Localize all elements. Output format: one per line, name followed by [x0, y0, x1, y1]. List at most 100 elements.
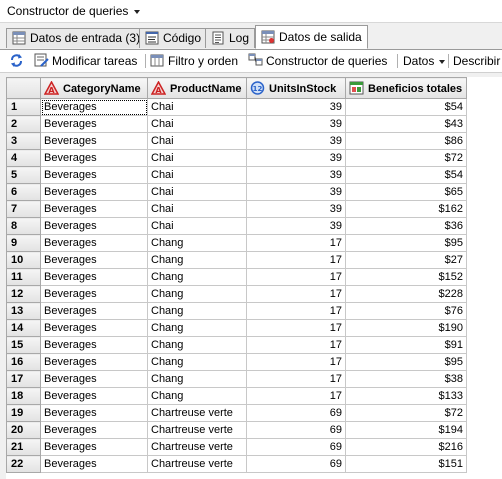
table-row[interactable]: 21 Beverages Chartreuse verte 69 $216	[6, 438, 467, 456]
cell-profit[interactable]: $190	[345, 319, 467, 337]
row-number[interactable]: 2	[6, 115, 41, 133]
row-number[interactable]: 11	[6, 268, 41, 286]
cell-units[interactable]: 17	[246, 370, 346, 388]
cell-category[interactable]: Beverages	[40, 98, 148, 116]
row-number[interactable]: 10	[6, 251, 41, 269]
cell-profit[interactable]: $65	[345, 183, 467, 201]
cell-profit[interactable]: $162	[345, 200, 467, 218]
row-number[interactable]: 8	[6, 217, 41, 235]
cell-units[interactable]: 17	[246, 336, 346, 354]
table-row[interactable]: 13 Beverages Chang 17 $76	[6, 302, 467, 320]
row-number[interactable]: 20	[6, 421, 41, 439]
cell-category[interactable]: Beverages	[40, 166, 148, 184]
cell-category[interactable]: Beverages	[40, 421, 148, 439]
cell-units[interactable]: 17	[246, 387, 346, 405]
tab-code[interactable]: Código	[139, 28, 208, 48]
cell-units[interactable]: 17	[246, 234, 346, 252]
cell-product[interactable]: Chai	[147, 217, 247, 235]
cell-units[interactable]: 17	[246, 319, 346, 337]
cell-product[interactable]: Chai	[147, 166, 247, 184]
cell-category[interactable]: Beverages	[40, 353, 148, 371]
column-header-category[interactable]: A CategoryName	[40, 77, 148, 99]
table-row[interactable]: 12 Beverages Chang 17 $228	[6, 285, 467, 303]
row-number[interactable]: 5	[6, 166, 41, 184]
table-row[interactable]: 14 Beverages Chang 17 $190	[6, 319, 467, 337]
table-row[interactable]: 5 Beverages Chai 39 $54	[6, 166, 467, 184]
cell-units[interactable]: 39	[246, 115, 346, 133]
column-header-product[interactable]: A ProductName	[147, 77, 247, 99]
cell-profit[interactable]: $86	[345, 132, 467, 150]
cell-product[interactable]: Chang	[147, 302, 247, 320]
cell-category[interactable]: Beverages	[40, 251, 148, 269]
cell-product[interactable]: Chai	[147, 200, 247, 218]
row-number[interactable]: 16	[6, 353, 41, 371]
cell-profit[interactable]: $133	[345, 387, 467, 405]
cell-units[interactable]: 17	[246, 285, 346, 303]
cell-units[interactable]: 39	[246, 98, 346, 116]
cell-profit[interactable]: $36	[345, 217, 467, 235]
cell-profit[interactable]: $228	[345, 285, 467, 303]
cell-product[interactable]: Chang	[147, 319, 247, 337]
cell-profit[interactable]: $72	[345, 404, 467, 422]
row-number[interactable]: 18	[6, 387, 41, 405]
cell-units[interactable]: 39	[246, 200, 346, 218]
cell-category[interactable]: Beverages	[40, 132, 148, 150]
table-row[interactable]: 17 Beverages Chang 17 $38	[6, 370, 467, 388]
row-number[interactable]: 21	[6, 438, 41, 456]
table-row[interactable]: 3 Beverages Chai 39 $86	[6, 132, 467, 150]
cell-profit[interactable]: $72	[345, 149, 467, 167]
cell-product[interactable]: Chartreuse verte	[147, 455, 247, 473]
query-builder-button[interactable]: Constructor de queries	[248, 52, 387, 70]
data-grid[interactable]: A CategoryName A ProductName 12 UnitsInStoc…	[6, 77, 502, 479]
column-header-profit[interactable]: Beneficios totales	[345, 77, 467, 99]
cell-units[interactable]: 17	[246, 353, 346, 371]
cell-units[interactable]: 69	[246, 455, 346, 473]
cell-product[interactable]: Chang	[147, 336, 247, 354]
cell-units[interactable]: 39	[246, 149, 346, 167]
cell-product[interactable]: Chang	[147, 251, 247, 269]
cell-category[interactable]: Beverages	[40, 217, 148, 235]
cell-product[interactable]: Chang	[147, 353, 247, 371]
row-number[interactable]: 13	[6, 302, 41, 320]
cell-units[interactable]: 39	[246, 217, 346, 235]
cell-category[interactable]: Beverages	[40, 200, 148, 218]
cell-profit[interactable]: $54	[345, 166, 467, 184]
row-number[interactable]: 12	[6, 285, 41, 303]
cell-category[interactable]: Beverages	[40, 387, 148, 405]
row-number[interactable]: 9	[6, 234, 41, 252]
cell-profit[interactable]: $38	[345, 370, 467, 388]
row-number[interactable]: 7	[6, 200, 41, 218]
cell-category[interactable]: Beverages	[40, 438, 148, 456]
table-row[interactable]: 4 Beverages Chai 39 $72	[6, 149, 467, 167]
modify-tasks-button[interactable]: Modificar tareas	[34, 52, 137, 70]
cell-units[interactable]: 39	[246, 132, 346, 150]
cell-product[interactable]: Chai	[147, 115, 247, 133]
table-row[interactable]: 9 Beverages Chang 17 $95	[6, 234, 467, 252]
refresh-button[interactable]	[9, 52, 27, 70]
row-number[interactable]: 19	[6, 404, 41, 422]
data-menu-button[interactable]: Datos	[403, 52, 446, 70]
table-row[interactable]: 6 Beverages Chai 39 $65	[6, 183, 467, 201]
cell-product[interactable]: Chartreuse verte	[147, 404, 247, 422]
cell-product[interactable]: Chartreuse verte	[147, 438, 247, 456]
row-number[interactable]: 17	[6, 370, 41, 388]
table-row[interactable]: 16 Beverages Chang 17 $95	[6, 353, 467, 371]
cell-category[interactable]: Beverages	[40, 370, 148, 388]
table-row[interactable]: 8 Beverages Chai 39 $36	[6, 217, 467, 235]
cell-product[interactable]: Chang	[147, 268, 247, 286]
filter-sort-button[interactable]: Filtro y orden	[150, 52, 238, 70]
cell-product[interactable]: Chartreuse verte	[147, 421, 247, 439]
cell-profit[interactable]: $95	[345, 353, 467, 371]
cell-units[interactable]: 17	[246, 268, 346, 286]
table-row[interactable]: 20 Beverages Chartreuse verte 69 $194	[6, 421, 467, 439]
table-row[interactable]: 18 Beverages Chang 17 $133	[6, 387, 467, 405]
cell-product[interactable]: Chang	[147, 285, 247, 303]
row-number[interactable]: 22	[6, 455, 41, 473]
cell-profit[interactable]: $216	[345, 438, 467, 456]
cell-product[interactable]: Chang	[147, 387, 247, 405]
row-number[interactable]: 1	[6, 98, 41, 116]
cell-units[interactable]: 69	[246, 438, 346, 456]
cell-category[interactable]: Beverages	[40, 455, 148, 473]
cell-profit[interactable]: $76	[345, 302, 467, 320]
cell-product[interactable]: Chai	[147, 98, 247, 116]
